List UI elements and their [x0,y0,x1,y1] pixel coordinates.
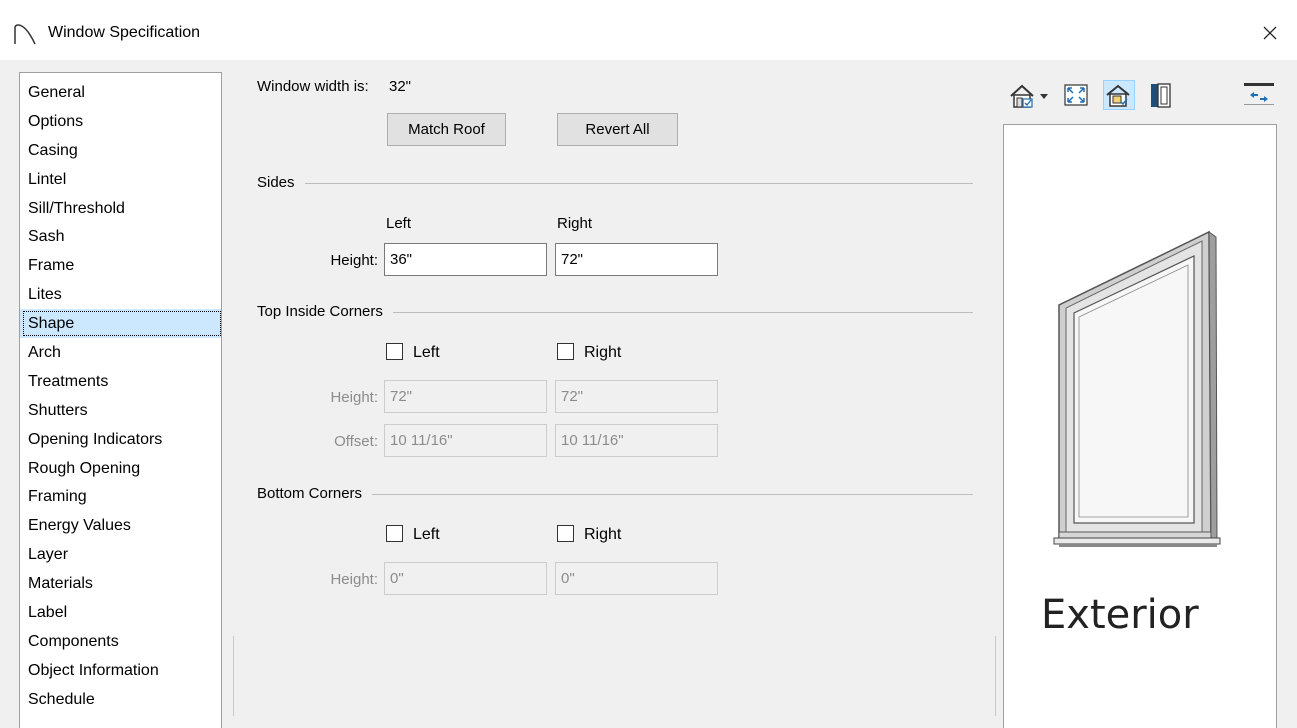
bottom-corners-height-label: Height: [330,571,378,588]
sidebar-item-casing[interactable]: Casing [20,136,221,165]
sidebar-item-frame[interactable]: Frame [20,251,221,280]
top-left-corner-checkbox[interactable] [386,343,403,360]
sides-divider [257,183,973,184]
match-roof-button[interactable]: Match Roof [387,113,506,146]
bottom-left-corner-checkbox[interactable] [386,525,403,542]
sidebar-item-layer[interactable]: Layer [20,540,221,569]
sidebar-item-label[interactable]: Label [20,598,221,627]
top-right-corner-checkbox[interactable] [557,343,574,360]
interior-view-button[interactable] [1145,80,1177,110]
sidebar-item-lites[interactable]: Lites [20,280,221,309]
close-icon [1263,26,1277,40]
sidebar-item-treatments[interactable]: Treatments [20,367,221,396]
sidebar-item-shutters[interactable]: Shutters [20,396,221,425]
sidebar-item-framing[interactable]: Framing [20,482,221,511]
exterior-view-button[interactable] [1103,80,1135,110]
sidebar-item-object-information[interactable]: Object Information [20,656,221,685]
top-right-height-input [555,380,718,413]
top-corners-height-label: Height: [330,389,378,406]
sidebar-item-components[interactable]: Components [20,627,221,656]
top-right-corner-label: Right [584,344,622,361]
view-mode-button[interactable] [1008,80,1040,110]
sides-right-height-input[interactable] [555,243,718,276]
swap-view-icon [1244,83,1274,105]
category-list[interactable]: General Options Casing Lintel Sill/Thres… [19,72,222,728]
dialog-title: Window Specification [48,24,201,41]
swap-view-button[interactable] [1242,80,1274,110]
sides-right-header: Right [557,215,593,232]
exterior-view-icon [1106,84,1130,107]
sides-left-header: Left [386,215,412,232]
window-width-value: 32" [389,78,412,95]
close-button[interactable] [1252,16,1288,50]
sidebar-item-sill-threshold[interactable]: Sill/Threshold [20,194,221,223]
top-left-height-input [384,380,547,413]
sidebar-item-arch[interactable]: Arch [20,338,221,367]
sidebar-item-schedule[interactable]: Schedule [20,685,221,714]
right-splitter[interactable] [995,636,996,716]
left-splitter[interactable] [233,636,234,716]
sides-height-label: Height: [330,252,378,269]
window-width-label: Window width is: [257,78,369,95]
sidebar-item-materials[interactable]: Materials [20,569,221,598]
sides-left-height-input[interactable] [384,243,547,276]
revert-all-button[interactable]: Revert All [557,113,678,146]
bottom-right-corner-checkbox[interactable] [557,525,574,542]
top-corners-section-title: Top Inside Corners [257,303,393,320]
top-corners-offset-label: Offset: [334,433,378,450]
sidebar-item-energy-values[interactable]: Energy Values [20,511,221,540]
sidebar-item-rough-opening[interactable]: Rough Opening [20,454,221,483]
sidebar-item-shape[interactable]: Shape [20,309,221,339]
sidebar-item-options[interactable]: Options [20,107,221,136]
bottom-left-height-input [384,562,547,595]
sides-section-title: Sides [257,174,305,191]
bottom-left-corner-label: Left [413,526,440,543]
sidebar-item-lintel[interactable]: Lintel [20,165,221,194]
title-bar: Window Specification [0,0,1297,60]
top-left-corner-label: Left [413,344,440,361]
bottom-right-corner-label: Right [584,526,622,543]
preview-view-label: Exterior [1041,592,1199,638]
dropdown-arrow-icon [1040,94,1048,99]
top-right-offset-input [555,424,718,457]
interior-view-icon [1151,83,1171,108]
sidebar-item-general[interactable]: General [20,78,221,107]
window-spec-app-icon [14,24,36,45]
sidebar-item-opening-indicators[interactable]: Opening Indicators [20,425,221,454]
sidebar-item-sash[interactable]: Sash [20,222,221,251]
top-left-offset-input [384,424,547,457]
fit-view-button[interactable] [1060,80,1092,110]
view-mode-dropdown[interactable] [1038,80,1050,110]
bottom-corners-section-title: Bottom Corners [257,485,373,502]
bottom-right-height-input [555,562,718,595]
window-preview-image [1053,230,1221,547]
fit-view-icon [1064,84,1088,106]
view-mode-icon [1010,84,1034,108]
